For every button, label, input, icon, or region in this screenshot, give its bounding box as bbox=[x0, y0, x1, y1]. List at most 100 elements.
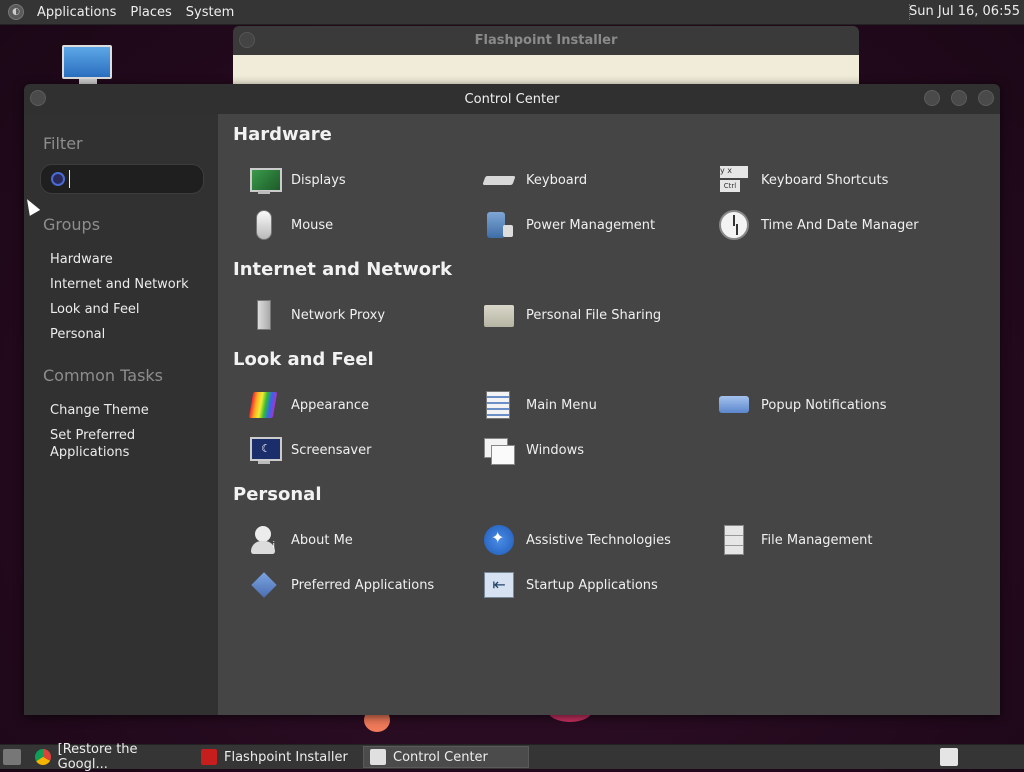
item-label: Keyboard bbox=[526, 172, 588, 188]
file-cabinet-icon bbox=[718, 524, 750, 556]
chrome-icon bbox=[35, 749, 51, 765]
task-label: Control Center bbox=[393, 749, 488, 765]
item-keyboard[interactable]: Keyboard bbox=[483, 164, 587, 196]
minimize-button[interactable] bbox=[924, 90, 940, 106]
windows-icon bbox=[483, 434, 515, 466]
close-button[interactable] bbox=[978, 90, 994, 106]
window-body bbox=[233, 55, 859, 86]
item-label: Personal File Sharing bbox=[526, 307, 662, 323]
item-preferred-applications[interactable]: Preferred Applications bbox=[248, 569, 434, 601]
window-titlebar[interactable]: Control Center bbox=[24, 84, 1000, 114]
taskbar-task-control-center[interactable]: Control Center bbox=[363, 746, 529, 768]
section-title-hardware: Hardware bbox=[233, 124, 332, 145]
item-appearance[interactable]: Appearance bbox=[248, 389, 369, 421]
group-link-internet-network[interactable]: Internet and Network bbox=[50, 276, 189, 293]
power-management-icon bbox=[483, 209, 515, 241]
item-mouse[interactable]: Mouse bbox=[248, 209, 333, 241]
keyboard-shortcuts-icon bbox=[718, 164, 750, 196]
menu-system[interactable]: System bbox=[179, 5, 241, 20]
item-label: File Management bbox=[761, 532, 873, 548]
window-title: Flashpoint Installer bbox=[474, 33, 618, 48]
filter-heading: Filter bbox=[43, 134, 83, 153]
item-power-management[interactable]: Power Management bbox=[483, 209, 655, 241]
item-screensaver[interactable]: Screensaver bbox=[248, 434, 371, 466]
item-label: Keyboard Shortcuts bbox=[761, 172, 889, 188]
common-tasks-heading: Common Tasks bbox=[43, 366, 164, 385]
item-windows[interactable]: Windows bbox=[483, 434, 584, 466]
item-label: Preferred Applications bbox=[291, 577, 435, 593]
computer-screen-icon bbox=[62, 45, 112, 79]
item-startup-applications[interactable]: Startup Applications bbox=[483, 569, 658, 601]
clock-icon bbox=[718, 209, 750, 241]
item-label: Startup Applications bbox=[526, 577, 658, 593]
show-desktop-icon[interactable] bbox=[3, 749, 21, 765]
item-label: Windows bbox=[526, 442, 585, 458]
item-label: Mouse bbox=[291, 217, 334, 233]
group-link-hardware[interactable]: Hardware bbox=[50, 251, 113, 268]
search-input[interactable] bbox=[69, 170, 198, 188]
item-displays[interactable]: Displays bbox=[248, 164, 346, 196]
folder-share-icon bbox=[483, 299, 515, 331]
menu-applications[interactable]: Applications bbox=[30, 5, 123, 20]
about-me-icon bbox=[248, 524, 280, 556]
item-label: Network Proxy bbox=[291, 307, 386, 323]
item-label: Assistive Technologies bbox=[526, 532, 671, 548]
taskbar-task-chrome[interactable]: [Restore the Googl... bbox=[29, 742, 195, 772]
item-label: Main Menu bbox=[526, 397, 597, 413]
groups-heading: Groups bbox=[43, 215, 101, 234]
keyboard-icon bbox=[483, 164, 515, 196]
taskbar-task-flashpoint[interactable]: Flashpoint Installer bbox=[195, 746, 363, 768]
task-set-preferred-applications[interactable]: Set Preferred Applications bbox=[50, 427, 135, 461]
item-label: Screensaver bbox=[291, 442, 372, 458]
item-label: Power Management bbox=[526, 217, 656, 233]
item-label: About Me bbox=[291, 532, 353, 548]
task-label: Flashpoint Installer bbox=[224, 749, 348, 765]
item-personal-file-sharing[interactable]: Personal File Sharing bbox=[483, 299, 661, 331]
clock[interactable]: Sun Jul 16, 06:55 bbox=[909, 4, 1020, 19]
item-label: Appearance bbox=[291, 397, 370, 413]
bottom-taskbar: [Restore the Googl... Flashpoint Install… bbox=[0, 742, 1024, 772]
item-label: Popup Notifications bbox=[761, 397, 887, 413]
section-title-internet-network: Internet and Network bbox=[233, 259, 452, 280]
appearance-icon bbox=[248, 389, 280, 421]
main-menu-icon bbox=[483, 389, 515, 421]
network-proxy-icon bbox=[248, 299, 280, 331]
window-menu-button[interactable] bbox=[30, 90, 46, 106]
tray-app-icon[interactable] bbox=[940, 748, 958, 766]
control-center-icon bbox=[370, 749, 386, 765]
item-network-proxy[interactable]: Network Proxy bbox=[248, 299, 385, 331]
item-main-menu[interactable]: Main Menu bbox=[483, 389, 597, 421]
top-panel: ◐ Applications Places System Sun Jul 16,… bbox=[0, 0, 1024, 25]
search-box[interactable] bbox=[40, 164, 204, 194]
search-icon bbox=[51, 172, 65, 186]
section-title-personal: Personal bbox=[233, 484, 322, 505]
item-assistive-technologies[interactable]: Assistive Technologies bbox=[483, 524, 671, 556]
startup-apps-icon bbox=[483, 569, 515, 601]
item-label: Displays bbox=[291, 172, 346, 188]
task-change-theme[interactable]: Change Theme bbox=[50, 402, 149, 419]
maximize-button[interactable] bbox=[951, 90, 967, 106]
control-center-window: Control Center Filter Groups Hardware In… bbox=[24, 84, 1000, 715]
window-title: Control Center bbox=[464, 92, 560, 107]
window-menu-button[interactable] bbox=[239, 32, 255, 48]
mate-logo-icon[interactable]: ◐ bbox=[8, 4, 24, 20]
mouse-icon bbox=[248, 209, 280, 241]
sidebar: Filter Groups Hardware Internet and Netw… bbox=[24, 114, 218, 715]
preferred-apps-icon bbox=[248, 569, 280, 601]
popup-notification-icon bbox=[718, 389, 750, 421]
flashpoint-icon bbox=[201, 749, 217, 765]
group-link-look-feel[interactable]: Look and Feel bbox=[50, 301, 140, 318]
menu-places[interactable]: Places bbox=[123, 5, 178, 20]
item-file-management[interactable]: File Management bbox=[718, 524, 873, 556]
computer-desktop-icon[interactable] bbox=[62, 45, 114, 85]
item-label: Time And Date Manager bbox=[761, 217, 919, 233]
item-popup-notifications[interactable]: Popup Notifications bbox=[718, 389, 887, 421]
item-keyboard-shortcuts[interactable]: Keyboard Shortcuts bbox=[718, 164, 888, 196]
item-time-date-manager[interactable]: Time And Date Manager bbox=[718, 209, 919, 241]
screensaver-icon bbox=[248, 434, 282, 466]
section-title-look-feel: Look and Feel bbox=[233, 349, 374, 370]
item-about-me[interactable]: About Me bbox=[248, 524, 353, 556]
displays-icon bbox=[248, 164, 282, 196]
group-link-personal[interactable]: Personal bbox=[50, 326, 105, 343]
flashpoint-installer-window[interactable]: Flashpoint Installer bbox=[233, 26, 859, 86]
